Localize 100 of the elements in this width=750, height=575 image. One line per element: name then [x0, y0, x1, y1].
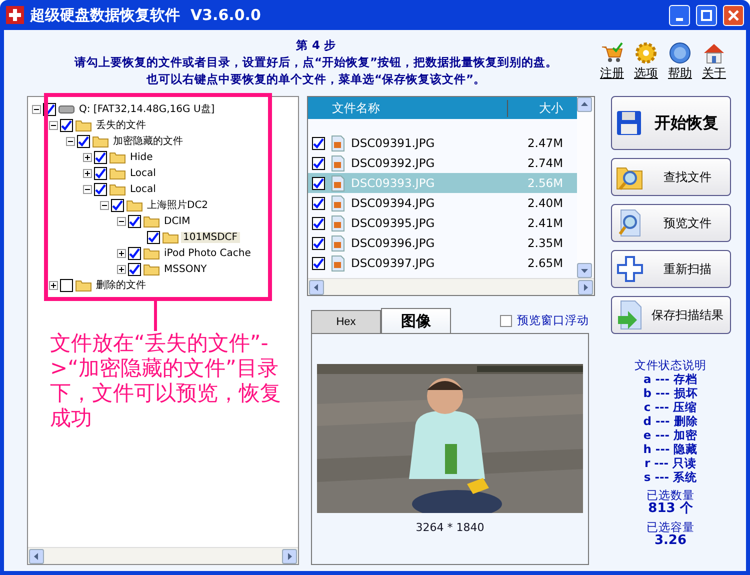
tree-item[interactable]: 101MSDCF [181, 232, 240, 242]
collapse-icon[interactable] [32, 104, 41, 114]
expand-icon[interactable] [83, 168, 92, 178]
expand-icon[interactable] [83, 152, 92, 162]
tree-item[interactable]: 加密隐藏的文件 [111, 134, 185, 148]
tab[interactable]: Hex [311, 310, 381, 334]
legend-item: h --- 隐藏 [643, 442, 698, 456]
scroll-right-button[interactable] [578, 280, 593, 294]
arrow-icon [312, 282, 321, 292]
cart-icon [600, 42, 624, 64]
close-button[interactable] [723, 4, 744, 26]
legend-item: a --- 存档 [643, 372, 698, 386]
checkbox[interactable] [500, 314, 512, 326]
collapse-icon[interactable] [83, 184, 92, 194]
tree-item[interactable]: iPod Photo Cache [162, 248, 253, 258]
file-name: DSC09394.JPG [351, 196, 436, 210]
checkbox[interactable] [128, 214, 141, 228]
scroll-left-button[interactable] [29, 548, 44, 564]
toolbar-button[interactable]: 选项 [632, 42, 660, 82]
action-button[interactable]: 开始恢复 [610, 96, 730, 150]
arrow-icon [580, 100, 589, 109]
checkbox[interactable] [147, 230, 160, 244]
legend-item: c --- 压缩 [644, 400, 698, 414]
scroll-left-button[interactable] [309, 280, 324, 294]
collapse-icon[interactable] [66, 136, 75, 146]
checkbox[interactable] [312, 236, 325, 250]
tree-item[interactable]: DCIM [162, 216, 192, 226]
step-title: 第 4 步 [296, 38, 336, 52]
tree-item[interactable]: Local [128, 168, 158, 178]
action-button[interactable]: 保存扫描结果 [610, 296, 730, 334]
checkbox[interactable] [312, 156, 325, 170]
folder-icon [143, 262, 160, 276]
tree-item[interactable]: Local [128, 184, 158, 194]
file-name: DSC09397.JPG [351, 256, 436, 270]
float-option[interactable]: 预览窗口浮动 [500, 313, 589, 334]
legend-item: b --- 损坏 [643, 386, 698, 400]
action-button[interactable]: 查找文件 [610, 158, 730, 196]
file-name: DSC09395.JPG [351, 216, 436, 230]
expand-icon[interactable] [117, 264, 126, 274]
tree-item[interactable]: 丢失的文件 [94, 118, 148, 132]
image-file-icon [331, 174, 345, 192]
legend-item: d --- 删除 [643, 414, 698, 428]
folder-icon [143, 246, 160, 260]
file-size: 2.74M [526, 156, 564, 170]
action-button[interactable]: 重新扫描 [610, 250, 730, 288]
file-name: DSC09392.JPG [351, 156, 436, 170]
checkbox[interactable] [312, 196, 325, 210]
checkbox[interactable] [111, 198, 124, 212]
file-name: DSC09393.JPG [351, 176, 436, 190]
checkbox[interactable] [312, 136, 325, 150]
action-button[interactable]: 预览文件 [610, 204, 730, 242]
tab[interactable]: 图像 [381, 308, 451, 334]
folder-icon [109, 166, 126, 180]
collapse-icon[interactable] [117, 216, 126, 226]
legend-item: s --- 系统 [644, 470, 698, 484]
tree-item[interactable]: 删除的文件 [94, 278, 148, 292]
tree-item[interactable]: 上海照片DC2 [145, 198, 210, 212]
file-size: 2.41M [526, 216, 564, 230]
drive-icon [58, 103, 75, 115]
collapse-icon[interactable] [100, 200, 109, 210]
checkbox[interactable] [60, 118, 73, 132]
selected-size-label: 已选容量 [646, 520, 694, 534]
tree-item[interactable]: Hide [128, 152, 155, 162]
file-name: DSC09396.JPG [351, 236, 436, 250]
app-icon [6, 6, 24, 24]
folder-icon [92, 134, 109, 148]
folder-icon [143, 214, 160, 228]
scroll-right-button[interactable] [282, 548, 297, 564]
expand-icon[interactable] [117, 248, 126, 258]
tree-item[interactable]: MSSONY [162, 264, 209, 274]
scroll-down-button[interactable] [577, 263, 592, 278]
checkbox[interactable] [94, 166, 107, 180]
checkbox[interactable] [77, 134, 90, 148]
column-header[interactable]: 文件名称 [308, 100, 507, 116]
expand-icon[interactable] [49, 280, 58, 290]
checkbox[interactable] [312, 256, 325, 270]
toolbar-button[interactable]: 注册 [598, 42, 626, 82]
collapse-icon[interactable] [49, 120, 58, 130]
toolbar-button[interactable]: 关于 [700, 42, 728, 82]
checkbox[interactable] [60, 278, 73, 292]
image-file-icon [331, 214, 345, 232]
checkbox[interactable] [312, 216, 325, 230]
checkbox[interactable] [128, 262, 141, 276]
maximize-button[interactable] [696, 4, 717, 26]
checkbox[interactable] [312, 176, 325, 190]
checkbox[interactable] [94, 182, 107, 196]
folder-icon [109, 150, 126, 164]
selected-size: 3.26 [654, 534, 687, 548]
maximize-icon [701, 10, 712, 20]
selected-count-label: 已选数量 [646, 488, 694, 502]
file-name: DSC09391.JPG [351, 136, 436, 150]
tree-item[interactable]: Q: [FAT32,14.48G,16G U盘] [77, 102, 217, 116]
arrow-icon [32, 552, 41, 560]
toolbar-button[interactable]: 帮助 [666, 42, 694, 82]
file-size: 2.56M [526, 176, 564, 190]
selected-count: 813 个 [648, 502, 693, 516]
checkbox[interactable] [128, 246, 141, 260]
checkbox[interactable] [94, 150, 107, 164]
scroll-up-button[interactable] [577, 97, 592, 112]
minimize-button[interactable] [669, 4, 690, 26]
